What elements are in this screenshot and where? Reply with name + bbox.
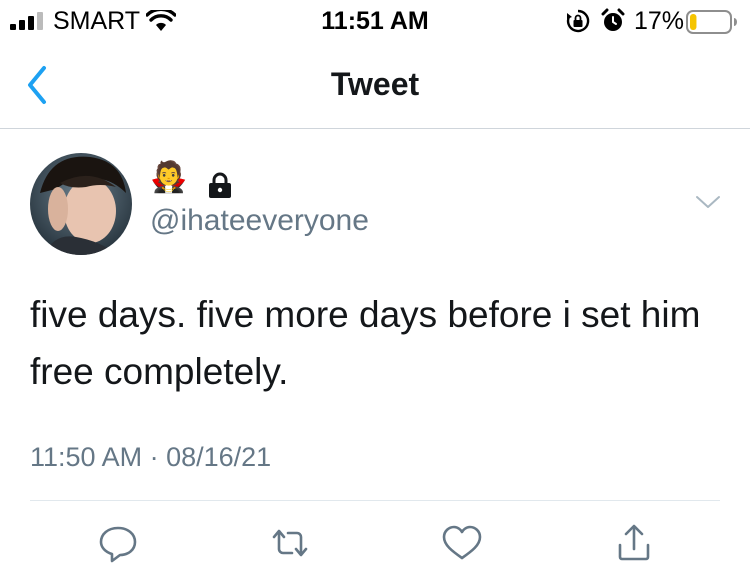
battery-icon bbox=[686, 10, 737, 34]
username[interactable]: @ihateeveryone bbox=[150, 204, 369, 238]
tweet-text: five days. five more days before i set h… bbox=[30, 294, 701, 392]
orientation-lock-icon bbox=[566, 9, 590, 33]
avatar[interactable] bbox=[30, 153, 132, 255]
retweet-icon bbox=[272, 529, 308, 557]
alarm-icon bbox=[601, 8, 625, 31]
reply-button[interactable] bbox=[96, 523, 140, 563]
lock-icon bbox=[209, 172, 231, 198]
status-bar: SMART 11:51 AM 17% bbox=[0, 0, 750, 42]
share-button[interactable] bbox=[612, 523, 656, 563]
display-name-emoji[interactable]: 🧛 bbox=[150, 160, 187, 196]
page-title: Tweet bbox=[330, 66, 420, 102]
retweet-button[interactable] bbox=[268, 523, 312, 563]
battery-percent: 17% bbox=[634, 7, 685, 35]
divider bbox=[30, 500, 720, 501]
like-button[interactable] bbox=[440, 523, 484, 563]
nav-bar: Tweet bbox=[0, 42, 750, 129]
reply-icon bbox=[99, 526, 137, 563]
heart-icon bbox=[442, 525, 482, 560]
chevron-down-icon[interactable] bbox=[694, 193, 722, 211]
share-icon bbox=[618, 524, 650, 561]
tweet-timestamp[interactable]: 11:50 AM · 08/16/21 bbox=[30, 442, 271, 473]
